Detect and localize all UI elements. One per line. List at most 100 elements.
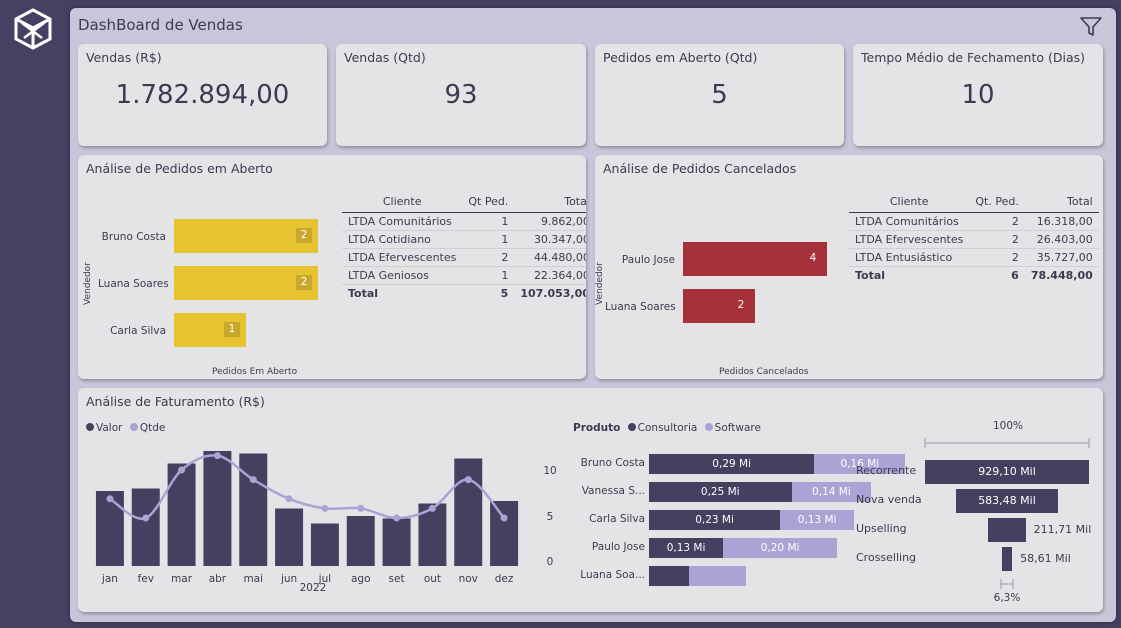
- open-bar-luana-soares[interactable]: 2: [174, 266, 318, 300]
- cell: 1: [462, 230, 515, 249]
- funnel-bar[interactable]: 583,48 Mil: [955, 489, 1059, 513]
- cell: LTDA Entusiástico: [849, 248, 970, 267]
- month-bar-nov[interactable]: [454, 458, 483, 567]
- x-tick-out: out: [424, 573, 441, 585]
- cell: Total: [342, 284, 463, 302]
- product-seg-consultoria[interactable]: 0,25 Mi: [649, 482, 792, 502]
- product-seg-software[interactable]: 0,20 Mi: [723, 538, 838, 558]
- y2-tick: 10: [543, 465, 557, 477]
- product-seg-software[interactable]: 0,13 Mi: [780, 510, 855, 530]
- table-row: LTDA Entusiástico 2 35.727,00: [849, 248, 1099, 267]
- funnel-bar[interactable]: [988, 518, 1026, 542]
- product-seg-consultoria[interactable]: 0,29 Mi: [649, 454, 815, 474]
- product-seg-consultoria[interactable]: 0,23 Mi: [649, 510, 781, 530]
- y2-tick: 0: [546, 556, 554, 568]
- qtde-point-nov[interactable]: [464, 476, 472, 484]
- x-tick-set: set: [389, 573, 405, 585]
- bar-label: Paulo Jose: [621, 254, 675, 266]
- kpi-value: 1.782.894,00: [115, 80, 290, 110]
- month-bar-dez[interactable]: [490, 501, 519, 566]
- legend-dot-qtde: [129, 423, 138, 431]
- y-axis-label: Vendedor: [83, 262, 93, 305]
- kpi-value: 5: [711, 80, 728, 110]
- legend-dot-valor: [86, 423, 94, 431]
- kpi-title: Vendas (Qtd): [344, 50, 426, 65]
- x-tick-mai: mai: [243, 573, 263, 585]
- cell: 1: [462, 212, 515, 231]
- legend-label[interactable]: Consultoria: [638, 422, 698, 434]
- x-tick-abr: abr: [209, 573, 227, 585]
- legend-label[interactable]: Valor: [96, 422, 122, 434]
- qtde-point-ago[interactable]: [357, 504, 365, 512]
- cancel-bar-paulo-jose[interactable]: 4: [683, 242, 827, 276]
- product-seg-consultoria[interactable]: [649, 566, 689, 586]
- cell: 22.364,00: [514, 266, 586, 285]
- open-bar-carla-silva[interactable]: 1: [174, 313, 246, 347]
- legend-label[interactable]: Software: [715, 422, 761, 434]
- bar-label: Bruno Costa: [101, 231, 166, 243]
- col-header-qt[interactable]: Qt. Ped.: [969, 195, 1025, 213]
- dashboard-canvas: DashBoard de Vendas Vendas (R$) 1.782.89…: [70, 8, 1116, 622]
- section-title: Análise de Pedidos em Aberto: [86, 161, 273, 176]
- cell: LTDA Geniosos: [342, 266, 463, 285]
- legend-dot-software: [704, 423, 713, 431]
- section-title: Análise de Faturamento (R$): [86, 394, 265, 409]
- cancel-bar-luana-soares[interactable]: 2: [683, 289, 755, 323]
- table-total-row: Total 5 107.053,00: [342, 284, 586, 302]
- section-title: Análise de Pedidos Cancelados: [603, 161, 797, 176]
- col-header-total[interactable]: Total: [514, 195, 586, 213]
- qtde-point-jul[interactable]: [321, 504, 329, 512]
- qtde-point-out[interactable]: [428, 504, 436, 512]
- cell: LTDA Comunitários: [342, 212, 463, 231]
- cell: LTDA Comunitários: [849, 212, 970, 231]
- data-label: 2: [296, 275, 312, 290]
- month-bar-ago[interactable]: [346, 516, 375, 566]
- funnel-chart: Recorrente 929,10 Mil Nova venda 583,48 Mil…: [852, 460, 1102, 580]
- qtde-point-mai[interactable]: [249, 476, 257, 484]
- month-bar-mar[interactable]: [167, 463, 196, 567]
- col-header-total[interactable]: Total: [1024, 195, 1099, 213]
- kpi-card-vendas-valor: Vendas (R$) 1.782.894,00: [78, 44, 327, 146]
- data-label: 2: [296, 228, 312, 243]
- funnel-bar[interactable]: 929,10 Mil: [925, 460, 1089, 484]
- cell: 78.448,00: [1024, 266, 1099, 284]
- col-header-cliente[interactable]: Cliente: [849, 195, 970, 213]
- kpi-title: Tempo Médio de Fechamento (Dias): [861, 50, 1086, 65]
- cell: 35.727,00: [1024, 248, 1099, 267]
- qtde-point-abr[interactable]: [213, 452, 221, 460]
- product-seg-consultoria[interactable]: 0,13 Mi: [649, 538, 724, 558]
- table-row: LTDA Comunitários 2 16.318,00: [849, 212, 1099, 231]
- month-bar-jul[interactable]: [310, 523, 339, 567]
- kpi-title: Pedidos em Aberto (Qtd): [603, 50, 758, 65]
- cell: LTDA Cotidiano: [342, 230, 463, 249]
- billing-card: Análise de Faturamento (R$) Valor Qtde j…: [78, 388, 1103, 612]
- month-bar-set[interactable]: [382, 518, 411, 567]
- product-seg-software[interactable]: [688, 566, 746, 586]
- legend-title: Produto: [573, 422, 621, 434]
- table-row: LTDA Cotidiano 1 30.347,00: [342, 230, 586, 249]
- filter-icon[interactable]: [1080, 17, 1102, 37]
- month-bar-abr[interactable]: [203, 451, 232, 566]
- qtde-point-jun[interactable]: [285, 495, 293, 503]
- qtde-point-fev[interactable]: [142, 514, 150, 522]
- cell: 2: [969, 212, 1025, 231]
- col-header-qt[interactable]: Qt Ped.: [462, 195, 515, 213]
- col-header-cliente[interactable]: Cliente: [342, 195, 463, 213]
- open-bar-bruno-costa[interactable]: 2: [174, 219, 318, 253]
- cell: 2: [462, 248, 515, 267]
- x-tick-mar: mar: [171, 573, 193, 585]
- month-bar-jun[interactable]: [275, 508, 304, 567]
- legend-label[interactable]: Qtde: [140, 422, 166, 434]
- qtde-point-dez[interactable]: [500, 514, 508, 522]
- x-tick-jan: jan: [101, 573, 118, 585]
- product-stacked-chart: Bruno Costa 0,29 Mi 0,16 Mi Vanessa S... 0,2…: [573, 454, 906, 604]
- month-bar-fev[interactable]: [131, 488, 160, 567]
- funnel-bar[interactable]: [1001, 547, 1013, 571]
- qtde-point-jan[interactable]: [106, 495, 114, 503]
- qtde-point-mar[interactable]: [178, 466, 186, 474]
- x-tick-jun: jun: [280, 573, 297, 585]
- month-bar-mai[interactable]: [239, 453, 268, 567]
- product-legend: Produto Consultoria Software: [573, 422, 761, 434]
- product-row-label: Vanessa S...: [581, 485, 645, 497]
- qtde-point-set[interactable]: [393, 514, 401, 522]
